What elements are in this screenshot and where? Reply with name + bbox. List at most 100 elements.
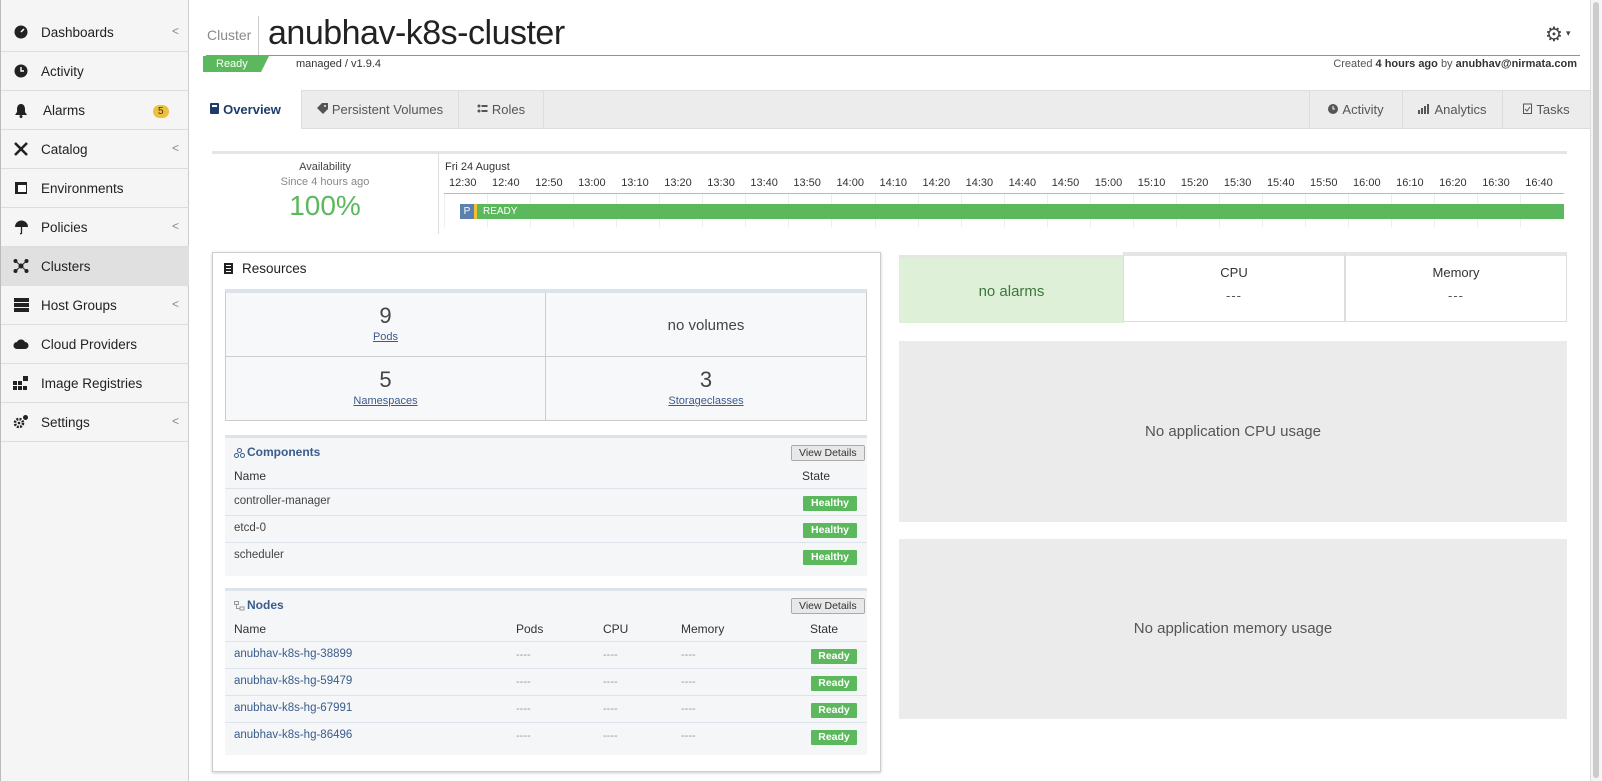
sidebar-item-label: Catalog [41, 142, 88, 157]
resource-summary-grid: 9 Pods no volumes 5 Namespaces 3 Storage… [225, 289, 867, 421]
scrollbar-thumb[interactable] [1593, 2, 1599, 778]
sidebar-item-settings[interactable]: Settings < [1, 403, 189, 442]
sidebar-item-label: Image Registries [41, 376, 143, 391]
nodes-view-details-button[interactable]: View Details [791, 598, 865, 614]
server-icon [13, 297, 29, 313]
components-view-details-button[interactable]: View Details [791, 445, 865, 461]
alarms-summary[interactable]: no alarms [899, 255, 1124, 323]
namespaces-link[interactable]: Namespaces [226, 395, 545, 407]
timeline-tick-label: 16:20 [1439, 177, 1467, 189]
tab-label: Tasks [1536, 102, 1570, 117]
node-memory: ---- [681, 730, 696, 742]
created-ago: 4 hours ago [1375, 58, 1438, 70]
timeline-tick-label: 13:30 [707, 177, 735, 189]
timeline-tick-label: 14:40 [1008, 177, 1037, 189]
components-section: Components View Details Name State contr… [225, 435, 867, 576]
timeline-tick-label: 15:20 [1180, 177, 1209, 189]
status-badge: Ready [811, 703, 857, 718]
sidebar-item-host-groups[interactable]: Host Groups < [1, 286, 189, 325]
created-by: anubhav@nirmata.com [1455, 58, 1577, 70]
volumes-cell: no volumes [546, 293, 866, 357]
clock-icon [1328, 102, 1339, 117]
column-header-state: State [810, 622, 839, 636]
dashboard-icon [13, 24, 29, 40]
row-divider [225, 542, 867, 543]
timeline-date: Fri 24 August [445, 161, 510, 173]
gear-icon[interactable]: ⚙ [1545, 22, 1563, 47]
page-subtitle: Cluster [207, 27, 252, 43]
timeline-provisioning-segment[interactable]: P [460, 204, 474, 219]
timeline-tick-label: 15:30 [1223, 177, 1252, 189]
column-header-state: State [802, 469, 831, 483]
tab-label: Persistent Volumes [331, 102, 444, 117]
tab-overview[interactable]: Overview [190, 90, 302, 130]
chevron-left-icon: < [171, 414, 179, 428]
node-cpu: ---- [603, 703, 618, 715]
pods-cell: 9 Pods [226, 293, 546, 357]
cluster-version: managed / v1.9.4 [296, 58, 382, 70]
sidebar-item-label: Cloud Providers [41, 337, 138, 352]
node-name-link[interactable]: anubhav-k8s-hg-38899 [234, 648, 352, 660]
sidebar-item-alarms[interactable]: Alarms 5 [1, 91, 189, 130]
sidebar-item-label: Activity [41, 64, 84, 79]
tab-activity[interactable]: Activity [1309, 90, 1402, 129]
storageclasses-link[interactable]: Storageclasses [546, 395, 866, 407]
row-divider [225, 722, 867, 723]
sidebar-item-dashboards[interactable]: Dashboards < [1, 13, 189, 52]
chevron-left-icon: < [171, 219, 179, 233]
bar-chart-icon [1418, 102, 1430, 117]
nodes-section: Nodes View Details Name Pods CPU Memory … [225, 588, 867, 755]
pods-link[interactable]: Pods [226, 331, 545, 343]
timeline-tick-line [444, 193, 445, 227]
timeline-ready-segment[interactable]: READY [477, 204, 1564, 219]
sidebar-item-catalog[interactable]: Catalog < [1, 130, 189, 169]
tag-icon [316, 102, 328, 117]
sidebar-item-image-registries[interactable]: Image Registries [1, 364, 189, 403]
node-name-link[interactable]: anubhav-k8s-hg-67991 [234, 702, 352, 714]
status-badge: Ready [811, 676, 857, 691]
resources-title: Resources [242, 261, 307, 276]
sidebar-item-clusters[interactable]: Clusters [1, 247, 189, 286]
sidebar-item-label: Clusters [41, 259, 91, 274]
header-rule [206, 55, 1580, 56]
sidebar-item-policies[interactable]: Policies < [1, 208, 189, 247]
availability-since: Since 4 hours ago [280, 176, 370, 188]
caret-down-icon[interactable]: ▾ [1566, 28, 1571, 39]
memory-metric: Memory --- [1345, 252, 1567, 322]
column-header-memory: Memory [681, 622, 725, 636]
book-icon [210, 102, 220, 117]
components-icon [234, 447, 245, 461]
availability-percent: 100% [289, 190, 361, 221]
tab-tasks[interactable]: Tasks [1502, 90, 1590, 129]
timeline-tick-label: 14:10 [879, 177, 908, 189]
timeline-axis [444, 193, 1564, 194]
sidebar-item-activity[interactable]: Activity [1, 52, 189, 91]
node-memory: ---- [681, 676, 696, 688]
column-header-name: Name [234, 622, 267, 636]
row-divider [225, 515, 867, 516]
timeline-tick-label: 14:20 [922, 177, 951, 189]
availability-label: Availability [299, 161, 351, 173]
tab-persistent-volumes[interactable]: Persistent Volumes [302, 90, 459, 129]
timeline-tick-label: 12:40 [492, 177, 520, 189]
list-icon [224, 263, 234, 275]
bell-icon [13, 102, 29, 118]
sidebar-item-label: Host Groups [41, 298, 117, 313]
node-cpu: ---- [603, 730, 618, 742]
node-name-link[interactable]: anubhav-k8s-hg-86496 [234, 729, 352, 741]
tab-analytics[interactable]: Analytics [1402, 90, 1502, 129]
chevron-left-icon: < [171, 141, 179, 155]
tab-roles[interactable]: Roles [459, 90, 544, 129]
tab-label: Activity [1342, 102, 1384, 117]
sidebar-item-cloud-providers[interactable]: Cloud Providers [1, 325, 189, 364]
sidebar-item-environments[interactable]: Environments [1, 169, 189, 208]
storageclasses-cell: 3 Storageclasses [546, 357, 866, 421]
node-pods: ---- [516, 703, 531, 715]
node-name-link[interactable]: anubhav-k8s-hg-59479 [234, 675, 352, 687]
chevron-left-icon: < [171, 297, 179, 311]
timeline-ticks: 12:30 12:40 12:50 13:00 13:10 13:20 13:30 13:40… [438, 177, 1567, 227]
timeline-tick-label: 16:00 [1353, 177, 1381, 189]
node-pods: ---- [516, 676, 531, 688]
activity-icon [13, 63, 29, 79]
created-prefix: Created [1333, 58, 1373, 70]
